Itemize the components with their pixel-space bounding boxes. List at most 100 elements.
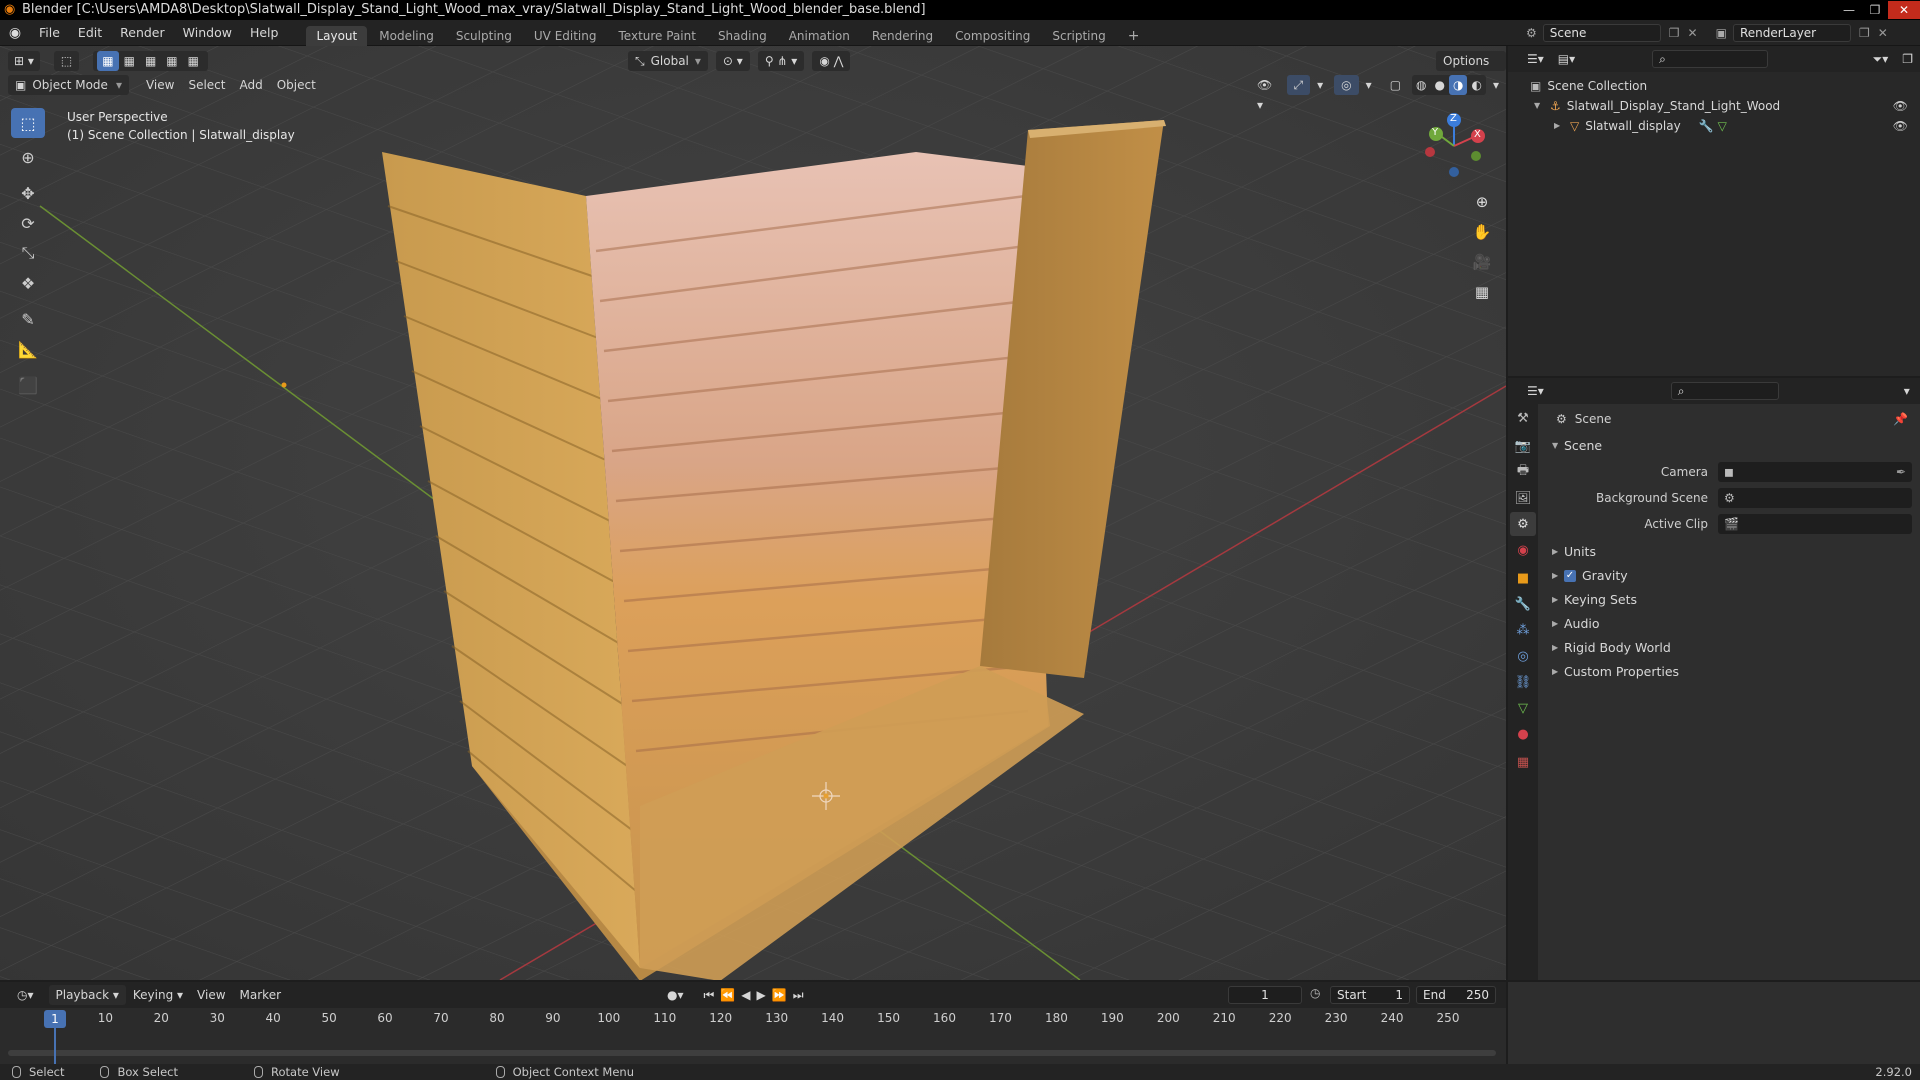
end-frame-field[interactable]: End 250	[1416, 986, 1496, 1004]
rotate-tool-icon[interactable]: ⟳	[11, 208, 45, 238]
next-keyframe-icon[interactable]: ⏩	[769, 985, 790, 1005]
chevron-down-icon[interactable]: ▾	[1897, 381, 1917, 401]
tool-tab-icon[interactable]: ⚒	[1510, 406, 1536, 430]
visibility-eye-icon[interactable]: 👁	[1893, 116, 1908, 136]
tab-shading[interactable]: Shading	[708, 26, 777, 46]
editor-type-button[interactable]: ⊞ ▾	[8, 51, 40, 71]
tree-row[interactable]: ▣ Scene Collection	[1508, 76, 1920, 96]
pan-hand-icon[interactable]: ✋	[1468, 218, 1496, 246]
output-tab-icon[interactable]: 🖶	[1510, 460, 1536, 484]
add-workspace-button[interactable]: +	[1118, 26, 1150, 46]
outliner-editor-type-icon[interactable]: ☰▾	[1520, 49, 1551, 69]
mode-dropdown[interactable]: ▣ Object Mode ▾	[8, 75, 129, 95]
minimize-button[interactable]: —	[1836, 1, 1862, 19]
menu-help[interactable]: Help	[241, 20, 288, 46]
visibility-eye-icon[interactable]: 👁	[1893, 96, 1908, 116]
select-extend-icon[interactable]: ▦	[119, 51, 140, 71]
playhead-marker[interactable]: 1	[44, 1010, 66, 1028]
custom-properties-section[interactable]: ▶ Custom Properties	[1538, 660, 1920, 684]
timeline-menu-view[interactable]: View	[190, 985, 232, 1005]
units-section[interactable]: ▶ Units	[1538, 540, 1920, 564]
camera-view-icon[interactable]: 🎥	[1468, 248, 1496, 276]
select-tool-icon[interactable]: ⬚	[53, 51, 80, 71]
tab-rendering[interactable]: Rendering	[862, 26, 943, 46]
delete-view-layer-icon[interactable]: ✕	[1878, 26, 1888, 40]
3d-viewport[interactable]: ⊞ ▾ ⬚ ▦ ▦ ▦ ▦ ▦ ⤡ Global ▾ ⊙ ▾ ⚲ ⋔ ▾ ◉ ⋀…	[0, 46, 1506, 980]
particles-tab-icon[interactable]: ⁂	[1510, 618, 1536, 642]
keying-sets-section[interactable]: ▶ Keying Sets	[1538, 588, 1920, 612]
expand-right-icon[interactable]: ▶	[1554, 116, 1566, 136]
visibility-icon[interactable]: 👁▾	[1250, 75, 1283, 112]
wireframe-shading-icon[interactable]: ◍	[1412, 75, 1430, 95]
play-icon[interactable]: ▶	[754, 985, 769, 1005]
modifier-tab-icon[interactable]: 🔧	[1510, 592, 1536, 616]
camera-field[interactable]: ◼ ✒	[1718, 462, 1912, 482]
new-scene-icon[interactable]: ❐	[1669, 26, 1680, 40]
tab-uv-editing[interactable]: UV Editing	[524, 26, 607, 46]
prev-keyframe-icon[interactable]: ⏪	[717, 985, 738, 1005]
proportional-edit-button[interactable]: ◉ ⋀	[812, 51, 851, 71]
material-tab-icon[interactable]: ●	[1510, 722, 1536, 746]
physics-tab-icon[interactable]: ◎	[1510, 644, 1536, 668]
overlay-dropdown-icon[interactable]: ▾	[1359, 75, 1379, 95]
world-tab-icon[interactable]: ◉	[1510, 538, 1536, 562]
tab-animation[interactable]: Animation	[779, 26, 860, 46]
tree-row[interactable]: ▼ ⚓ Slatwall_Display_Stand_Light_Wood 👁	[1508, 96, 1920, 116]
zoom-icon[interactable]: ⊕	[1468, 188, 1496, 216]
maximize-button[interactable]: ❐	[1862, 1, 1888, 19]
pin-icon[interactable]: 📌	[1893, 412, 1908, 426]
properties-search-input[interactable]: ⌕	[1670, 382, 1779, 400]
tab-modeling[interactable]: Modeling	[369, 26, 444, 46]
measure-tool-icon[interactable]: 📐	[11, 334, 45, 364]
tab-sculpting[interactable]: Sculpting	[446, 26, 522, 46]
playback-menu[interactable]: Playback ▾	[48, 985, 126, 1005]
move-tool-icon[interactable]: ✥	[11, 178, 45, 208]
jump-start-icon[interactable]: ⏮	[701, 985, 718, 1005]
background-scene-field[interactable]: ⚙	[1718, 488, 1912, 508]
timeline-body[interactable]	[0, 1028, 1506, 1064]
play-reverse-icon[interactable]: ◀	[738, 985, 753, 1005]
timeline-scrollbar[interactable]	[8, 1050, 1496, 1056]
scene-selector[interactable]: Scene	[1542, 24, 1661, 42]
filter-icon[interactable]: ⏷▾	[1866, 49, 1896, 69]
ortho-grid-icon[interactable]: ▦	[1468, 278, 1496, 306]
menu-window[interactable]: Window	[174, 20, 241, 46]
marker-menu[interactable]: Marker	[233, 985, 288, 1005]
tab-layout[interactable]: Layout	[306, 25, 368, 46]
gravity-checkbox[interactable]: ✓	[1564, 570, 1576, 582]
close-button[interactable]: ✕	[1888, 1, 1920, 19]
select-invert-icon[interactable]: ▦	[161, 51, 182, 71]
view-layer-tab-icon[interactable]: 🖼	[1510, 486, 1536, 510]
active-clip-field[interactable]: 🎬	[1718, 514, 1912, 534]
constraints-tab-icon[interactable]: ⛓	[1510, 670, 1536, 694]
delete-scene-icon[interactable]: ✕	[1688, 26, 1698, 40]
render-tab-icon[interactable]: 📷	[1510, 434, 1536, 458]
gravity-section[interactable]: ▶ ✓ Gravity	[1538, 564, 1920, 588]
tab-scripting[interactable]: Scripting	[1042, 26, 1115, 46]
menu-file[interactable]: File	[30, 20, 69, 46]
pivot-point-button[interactable]: ⊙ ▾	[715, 51, 750, 71]
audio-section[interactable]: ▶ Audio	[1538, 612, 1920, 636]
outliner-search-input[interactable]: ⌕	[1652, 50, 1768, 68]
menu-edit[interactable]: Edit	[69, 20, 111, 46]
current-frame-field[interactable]: 1	[1228, 986, 1302, 1004]
transform-tool-icon[interactable]: ❖	[11, 268, 45, 298]
material-shading-icon[interactable]: ◑	[1449, 75, 1468, 95]
tab-texture-paint[interactable]: Texture Paint	[609, 26, 706, 46]
viewport-menu-select[interactable]: Select	[181, 75, 232, 95]
jump-end-icon[interactable]: ⏭	[790, 985, 807, 1005]
xray-toggle-icon[interactable]: ▢	[1383, 75, 1408, 95]
tree-row[interactable]: ▶ ▽ Slatwall_display 🔧 ▽ 👁	[1508, 116, 1920, 136]
frame-ruler[interactable]: 1102030405060708090100110120130140150160…	[0, 1008, 1506, 1028]
blender-menu-icon[interactable]: ◉	[0, 25, 30, 41]
texture-tab-icon[interactable]: ▦	[1510, 750, 1536, 774]
viewport-menu-view[interactable]: View	[139, 75, 181, 95]
record-icon[interactable]: ●▾	[660, 985, 691, 1005]
cursor-tool-icon[interactable]: ⊕	[11, 142, 45, 172]
preview-range-icon[interactable]: ◷	[1310, 986, 1320, 1000]
eyedropper-icon[interactable]: ✒	[1896, 465, 1906, 479]
menu-render[interactable]: Render	[111, 20, 174, 46]
select-subtract-icon[interactable]: ▦	[140, 51, 161, 71]
scene-panel-header[interactable]: ▼ Scene	[1538, 434, 1920, 458]
keying-menu[interactable]: Keying ▾	[126, 985, 190, 1005]
